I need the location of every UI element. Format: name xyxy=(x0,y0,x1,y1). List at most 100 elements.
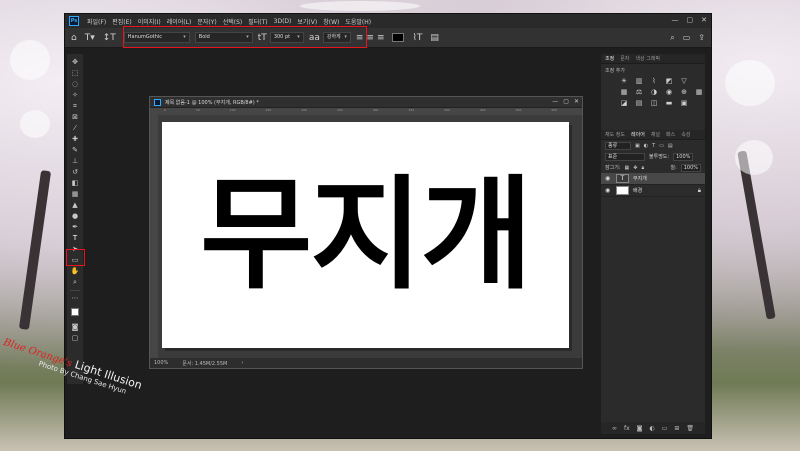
blur-tool-icon[interactable]: ▲ xyxy=(69,200,81,211)
tab-adjustments[interactable]: 조정 xyxy=(605,55,614,62)
antialias-select[interactable]: 강하게 ▾ xyxy=(322,32,351,43)
foreground-color-swatch[interactable] xyxy=(71,308,79,316)
document-tab[interactable]: 제목 없음-1 @ 100% (무지개, RGB/8#) * — ▢ ✕ xyxy=(150,97,582,108)
layer-row-background[interactable]: ◉ 배경 🔒︎ xyxy=(601,185,705,197)
channel-mixer-icon[interactable]: ⊕ xyxy=(679,88,689,96)
zoom-level[interactable]: 100% xyxy=(154,360,168,366)
filter-smart-icon[interactable]: ▤ xyxy=(668,143,673,149)
menu-window[interactable]: 창(W) xyxy=(323,17,339,26)
clone-stamp-tool-icon[interactable]: ⊥ xyxy=(69,156,81,167)
lock-all-icon[interactable]: 🔒︎ xyxy=(641,165,644,171)
filter-pixel-icon[interactable]: ▣ xyxy=(635,143,640,149)
font-size-select[interactable]: 300 pt ▾ xyxy=(269,32,304,43)
tab-character[interactable]: 문자 xyxy=(620,55,629,62)
curves-icon[interactable]: ⌇ xyxy=(649,77,659,85)
more-tools-icon[interactable]: ⋯ xyxy=(69,293,81,304)
layer-filter-select[interactable]: 종류 xyxy=(605,141,631,150)
menu-file[interactable]: 파일(F) xyxy=(87,17,106,26)
menu-filter[interactable]: 필터(T) xyxy=(248,17,267,26)
align-left-icon[interactable]: ≡ xyxy=(356,33,364,43)
brightness-icon[interactable]: ☀ xyxy=(619,77,629,85)
brush-tool-icon[interactable]: ✎ xyxy=(69,145,81,156)
doc-close-button[interactable]: ✕ xyxy=(574,98,579,105)
warp-text-icon[interactable]: ⌇T xyxy=(412,33,422,43)
character-panel-icon[interactable]: ▤ xyxy=(430,33,439,43)
canvas-type-layer-text[interactable]: 무지개 xyxy=(200,174,533,296)
tab-layers[interactable]: 레이어 xyxy=(631,131,645,138)
menu-layer[interactable]: 레이어(L) xyxy=(167,17,192,26)
marquee-tool-icon[interactable]: ⬚ xyxy=(69,68,81,79)
share-icon[interactable]: ⇪ xyxy=(698,33,705,43)
home-icon[interactable]: ⌂ xyxy=(71,33,77,43)
document-canvas[interactable]: 무지개 xyxy=(162,122,569,348)
doc-maximize-button[interactable]: ▢ xyxy=(563,98,569,105)
menu-select[interactable]: 선택(S) xyxy=(223,17,243,26)
eraser-tool-icon[interactable]: ◧ xyxy=(69,178,81,189)
filter-type-icon[interactable]: T xyxy=(652,143,655,149)
threshold-icon[interactable]: ◫ xyxy=(649,99,659,107)
hue-saturation-icon[interactable]: ▦ xyxy=(619,88,629,96)
posterize-icon[interactable]: ▤ xyxy=(634,99,644,107)
tab-saturation[interactable]: 채도 정도 xyxy=(605,131,625,138)
zoom-tool-icon[interactable]: ⌕ xyxy=(69,277,81,288)
healing-brush-tool-icon[interactable]: ✚ xyxy=(69,134,81,145)
link-layers-icon[interactable]: ∞ xyxy=(612,425,617,432)
type-tool-icon[interactable]: T xyxy=(69,233,81,244)
lock-position-icon[interactable]: ✥ xyxy=(633,165,637,171)
menu-view[interactable]: 보기(V) xyxy=(297,17,317,26)
delete-layer-icon[interactable]: 🗑︎ xyxy=(686,425,694,432)
minimize-button[interactable]: — xyxy=(672,16,679,24)
crop-tool-icon[interactable]: ⌗ xyxy=(69,101,81,112)
add-mask-icon[interactable]: ◙ xyxy=(637,425,643,432)
quick-mask-icon[interactable]: ◙ xyxy=(69,322,81,333)
maximize-button[interactable]: ▢ xyxy=(687,16,694,24)
filter-shape-icon[interactable]: ▭ xyxy=(659,143,664,149)
lock-pixels-icon[interactable]: ▦ xyxy=(625,165,630,171)
color-balance-icon[interactable]: ⚖ xyxy=(634,88,644,96)
screen-mode-icon[interactable]: ▢ xyxy=(69,333,81,344)
new-group-icon[interactable]: ▭ xyxy=(662,425,668,432)
tab-channels[interactable]: 채널 xyxy=(651,131,660,138)
blend-mode-select[interactable]: 표준 xyxy=(605,152,645,161)
align-right-icon[interactable]: ≡ xyxy=(377,33,385,43)
vertical-ruler[interactable] xyxy=(150,108,158,358)
lasso-tool-icon[interactable]: ◌ xyxy=(69,79,81,90)
magic-wand-tool-icon[interactable]: ✧ xyxy=(69,90,81,101)
black-white-icon[interactable]: ◑ xyxy=(649,88,659,96)
photo-filter-icon[interactable]: ◉ xyxy=(664,88,674,96)
align-center-icon[interactable]: ≡ xyxy=(366,33,374,43)
dodge-tool-icon[interactable]: ● xyxy=(69,211,81,222)
type-tool-preset-icon[interactable]: T▾ xyxy=(85,33,95,43)
tab-color-graphics[interactable]: 색상 그래픽 xyxy=(635,55,660,62)
pen-tool-icon[interactable]: ✒ xyxy=(69,222,81,233)
close-button[interactable]: ✕ xyxy=(701,16,707,24)
gradient-tool-icon[interactable]: ▦ xyxy=(69,189,81,200)
eye-icon[interactable]: ◉ xyxy=(605,187,612,194)
levels-icon[interactable]: ▥ xyxy=(634,77,644,85)
vibrance-icon[interactable]: ▽ xyxy=(679,77,689,85)
invert-icon[interactable]: ◪ xyxy=(619,99,629,107)
tab-paths[interactable]: 패스 xyxy=(666,131,675,138)
search-icon[interactable]: ⌕ xyxy=(670,33,674,43)
layer-row-type[interactable]: ◉ T 무지개 xyxy=(601,173,705,185)
frame-tool-icon[interactable]: ⊠ xyxy=(69,112,81,123)
menu-image[interactable]: 이미지(I) xyxy=(138,17,161,26)
hand-tool-icon[interactable]: ✋ xyxy=(69,266,81,277)
selective-color-icon[interactable]: ▣ xyxy=(679,99,689,107)
tab-properties[interactable]: 속성 xyxy=(681,131,690,138)
layer-style-icon[interactable]: fx xyxy=(624,425,630,432)
exposure-icon[interactable]: ◩ xyxy=(664,77,674,85)
new-layer-icon[interactable]: ⊞ xyxy=(674,425,679,432)
gradient-map-icon[interactable]: ▬ xyxy=(664,99,674,107)
status-expand-icon[interactable]: › xyxy=(241,360,243,366)
doc-minimize-button[interactable]: — xyxy=(552,98,558,105)
horizontal-ruler[interactable]: 0 50 100 150 200 250 300 350 400 450 500… xyxy=(158,108,582,115)
text-orientation-icon[interactable]: ↕T xyxy=(103,33,116,43)
path-selection-tool-icon[interactable]: ➤ xyxy=(69,244,81,255)
eye-icon[interactable]: ◉ xyxy=(605,175,612,182)
filter-adjust-icon[interactable]: ◐ xyxy=(644,143,648,149)
color-lookup-icon[interactable]: ▦ xyxy=(694,88,704,96)
move-tool-icon[interactable]: ✥ xyxy=(69,57,81,68)
font-style-select[interactable]: Bold ▾ xyxy=(194,32,253,43)
text-color-swatch[interactable] xyxy=(392,33,405,42)
